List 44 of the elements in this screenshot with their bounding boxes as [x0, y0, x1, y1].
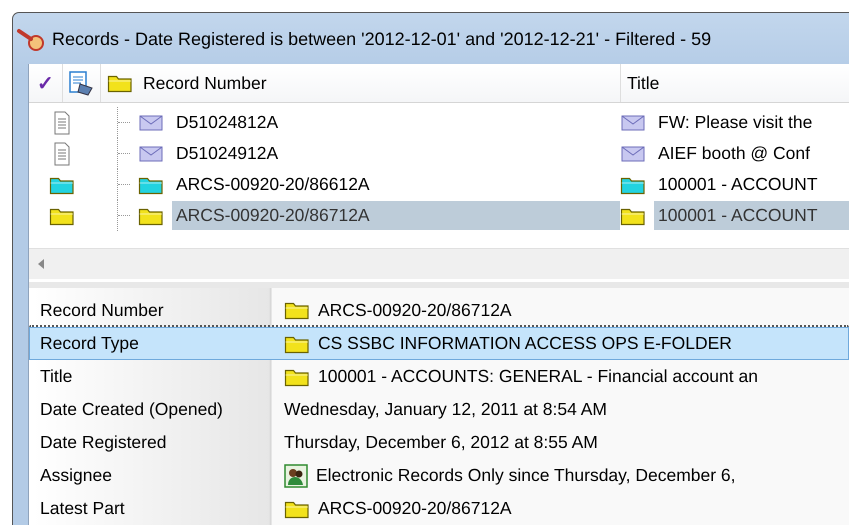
- property-label: Date Created (Opened): [39, 399, 224, 420]
- record-title[interactable]: 100001 - ACCOUNT: [654, 170, 822, 199]
- window-title: Records - Date Registered is between '2012-12-01' and '2012-12-21' - Filtered - 59: [52, 29, 712, 50]
- property-row[interactable]: Assignee Electronic Records Only since Thursday, December 6,: [29, 459, 849, 492]
- record-number[interactable]: D51024812A: [172, 108, 282, 137]
- scroll-left-icon[interactable]: [37, 258, 45, 270]
- envelope-icon: [138, 114, 164, 132]
- property-value: Wednesday, January 12, 2011 at 8:54 AM: [284, 399, 607, 420]
- record-number[interactable]: ARCS-00920-20/86612A: [172, 170, 374, 199]
- column-header[interactable]: Title: [627, 72, 660, 94]
- property-value: Thursday, December 6, 2012 at 8:55 AM: [284, 432, 598, 453]
- record-type-icon[interactable]: [68, 70, 96, 96]
- property-row[interactable]: Title 100001 - ACCOUNTS: GENERAL - Financial account an: [29, 360, 849, 393]
- document-icon: [53, 142, 71, 166]
- key-icon: [16, 26, 46, 52]
- property-value: ARCS-00920-20/86712A: [318, 498, 512, 519]
- folder-icon: [107, 73, 133, 93]
- property-value: CS SSBC INFORMATION ACCESS OPS E-FOLDER: [318, 333, 732, 354]
- property-label: Latest Part: [39, 498, 126, 519]
- record-title[interactable]: FW: Please visit the: [654, 108, 816, 137]
- property-row[interactable]: Date Registered Thursday, December 6, 2012 at 8:55 AM: [29, 426, 849, 459]
- property-value: ARCS-00920-20/86712A: [318, 300, 512, 320]
- property-value: 100001 - ACCOUNTS: GENERAL - Financial account an: [318, 366, 758, 387]
- column-header[interactable]: Record Number: [143, 72, 267, 94]
- people-icon: [284, 464, 308, 488]
- selected-property-row[interactable]: Record Type CS SSBC INFORMATION ACCESS OPS E-FOLDER: [29, 327, 849, 360]
- envelope-icon: [620, 144, 646, 162]
- record-title[interactable]: 100001 - ACCOUNT: [654, 201, 849, 230]
- property-label: Record Number: [39, 300, 165, 320]
- check-column-header[interactable]: ✓: [37, 70, 54, 96]
- property-value: Electronic Records Only since Thursday, December 6,: [316, 465, 736, 486]
- property-row[interactable]: Latest Part ARCS-00920-20/86712A: [29, 492, 849, 525]
- property-label: Assignee: [39, 465, 113, 486]
- property-label: Record Type: [39, 333, 140, 354]
- record-number[interactable]: D51024912A: [172, 139, 282, 168]
- property-label: Title: [39, 366, 74, 387]
- record-title[interactable]: AIEF booth @ Conf: [654, 139, 814, 168]
- envelope-icon: [620, 114, 646, 132]
- envelope-icon: [138, 144, 164, 162]
- document-icon: [53, 110, 71, 134]
- record-number[interactable]: ARCS-00920-20/86712A: [172, 201, 620, 230]
- folder-icon: [284, 300, 310, 320]
- property-row[interactable]: Date Created (Opened) Wednesday, January 12, 2011 at 8:54 AM: [29, 393, 849, 426]
- property-label: Date Registered: [39, 432, 168, 453]
